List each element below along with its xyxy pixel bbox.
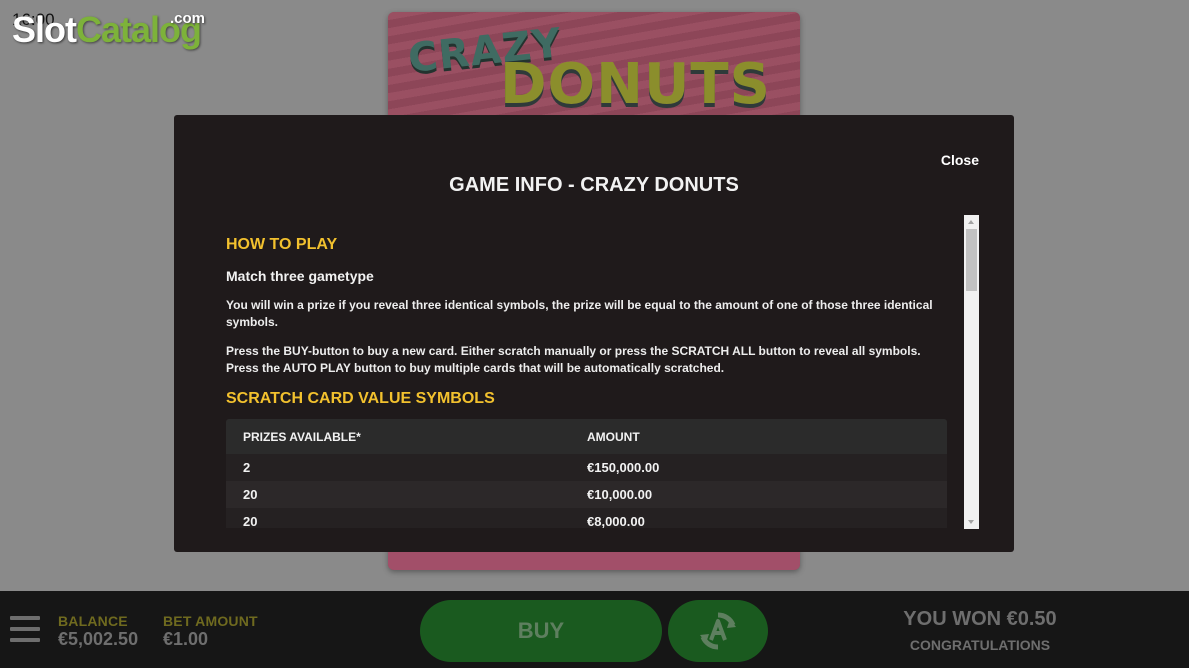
scroll-down-icon[interactable] [968, 520, 974, 524]
scrollbar-thumb[interactable] [966, 229, 977, 291]
prizes-cell: 20 [243, 487, 258, 502]
table-row: 20 €10,000.00 [226, 481, 947, 508]
table-row: 2 €150,000.00 [226, 454, 947, 481]
table-row: 20 €8,000.00 [226, 508, 947, 528]
bet-amount-label: BET AMOUNT [163, 613, 258, 629]
game-info-dialog: Close GAME INFO - CRAZY DONUTS HOW TO PL… [174, 115, 1014, 552]
buy-button-label: BUY [517, 618, 565, 643]
brand-com: .com [170, 10, 206, 27]
rules-paragraph-2: Press the BUY-button to buy a new card. … [226, 344, 921, 375]
rules-paragraph-1: You will win a prize if you reveal three… [226, 298, 933, 329]
amount-cell: €8,000.00 [587, 514, 645, 528]
how-to-play-heading: HOW TO PLAY [226, 236, 338, 253]
info-scroll-area[interactable]: HOW TO PLAY Match three gametype You wil… [226, 215, 979, 528]
prizes-table: PRIZES AVAILABLE* AMOUNT 2 €150,000.00 2… [226, 419, 947, 528]
prizes-cell: 2 [243, 460, 251, 475]
balance-label: BALANCE [58, 613, 128, 629]
table-header: PRIZES AVAILABLE* AMOUNT [226, 419, 947, 454]
scrollbar[interactable] [964, 215, 979, 529]
brand-slot: Slot [12, 9, 77, 50]
autoplay-icon [700, 612, 736, 650]
dialog-title: GAME INFO - CRAZY DONUTS [449, 174, 739, 196]
close-button[interactable]: Close [941, 152, 979, 168]
value-symbols-heading: SCRATCH CARD VALUE SYMBOLS [226, 390, 495, 407]
bet-amount-value[interactable]: €1.00 [163, 629, 208, 650]
amount-cell: €10,000.00 [587, 487, 653, 502]
menu-icon[interactable] [10, 616, 40, 642]
column-header-amount: AMOUNT [587, 429, 640, 444]
autoplay-button[interactable] [668, 600, 768, 662]
amount-cell: €150,000.00 [587, 460, 660, 475]
game-logo-donuts: DONUTS [500, 52, 771, 117]
prizes-cell: 20 [243, 514, 258, 528]
congratulations-text: CONGRATULATIONS [909, 637, 1051, 653]
gametype-label: Match three gametype [226, 268, 374, 284]
bottom-bar: BALANCE €5,002.50 BET AMOUNT €1.00 BUY Y… [0, 591, 1189, 668]
column-header-prizes: PRIZES AVAILABLE* [243, 429, 361, 444]
balance-value: €5,002.50 [58, 629, 139, 649]
scroll-up-icon[interactable] [968, 220, 974, 224]
buy-button[interactable]: BUY [420, 600, 662, 662]
win-amount-text: YOU WON €0.50 [903, 608, 1057, 630]
